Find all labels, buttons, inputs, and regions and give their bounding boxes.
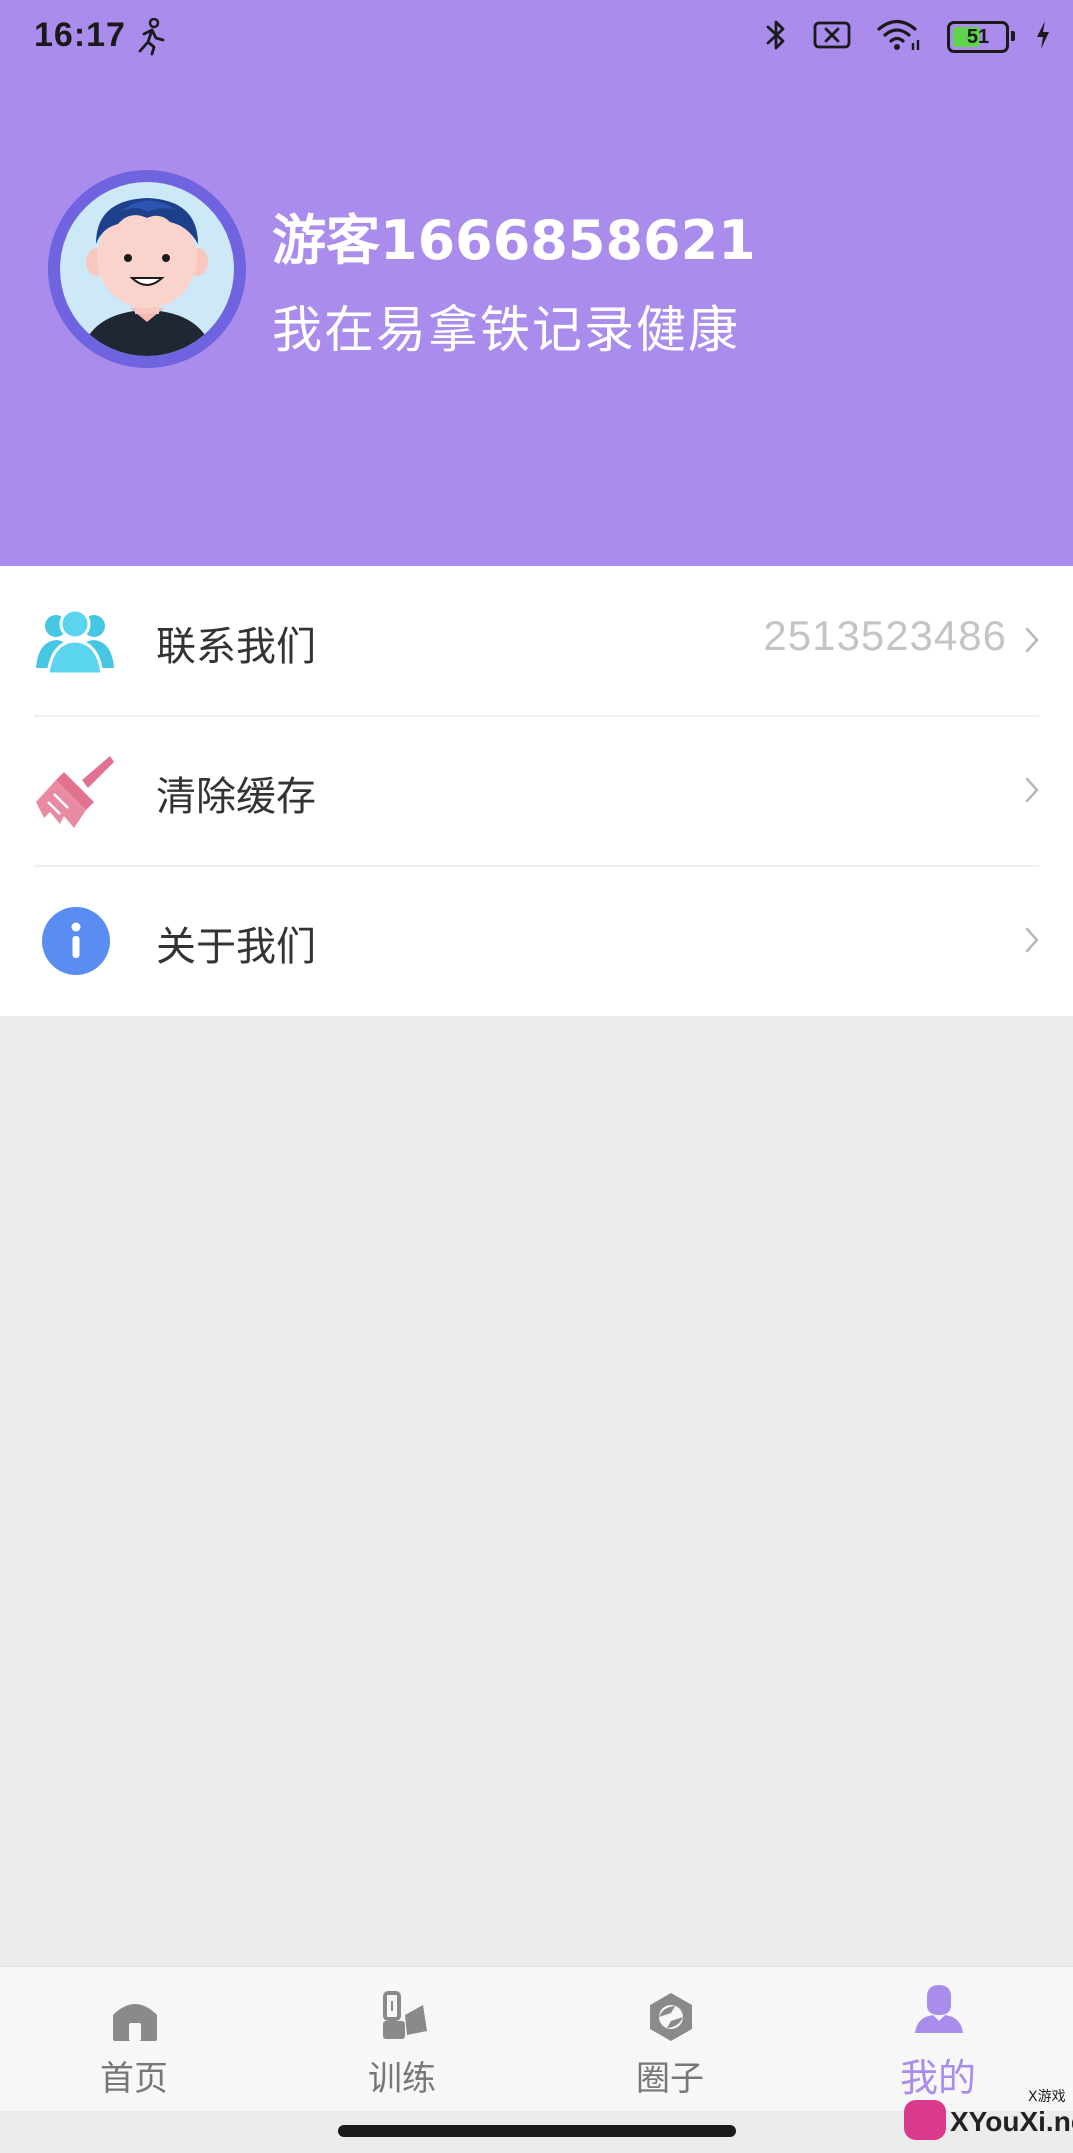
training-icon xyxy=(377,1991,429,2043)
wifi-icon xyxy=(877,19,921,55)
circle-icon xyxy=(645,1991,697,2043)
watermark: X游戏 XYouXi.net xyxy=(900,2080,1073,2153)
nav-item-circle[interactable]: 圈子 xyxy=(536,1967,804,2111)
chevron-right-icon xyxy=(1025,776,1039,808)
menu-item-about-us[interactable]: 关于我们 xyxy=(0,866,1073,1016)
chevron-right-icon xyxy=(1025,626,1039,658)
menu-item-label: 清除缓存 xyxy=(156,774,316,820)
bluetooth-icon xyxy=(765,18,787,56)
profile-header: 16:17 51 游客1666858621 我在易拿铁记录健康 xyxy=(0,0,1073,566)
nav-label: 圈子 xyxy=(636,2059,704,2099)
running-man-icon xyxy=(136,17,166,60)
battery-icon: 51 xyxy=(947,21,1015,53)
menu-item-label: 联系我们 xyxy=(156,624,316,670)
status-time: 16:17 xyxy=(34,16,126,54)
info-icon xyxy=(34,906,116,976)
charging-bolt-icon xyxy=(1035,20,1051,54)
nav-item-home[interactable]: 首页 xyxy=(0,1967,268,2111)
contacts-group-icon xyxy=(34,606,116,676)
chevron-right-icon xyxy=(1025,926,1039,958)
profile-icon xyxy=(913,1983,965,2035)
watermark-text: XYouXi.net xyxy=(950,2106,1073,2137)
nav-label: 训练 xyxy=(368,2059,436,2099)
watermark-sub: X游戏 xyxy=(1028,2089,1066,2105)
contact-number: 2513523486 xyxy=(763,612,1007,659)
battery-level: 51 xyxy=(966,25,990,48)
sim-off-icon xyxy=(813,20,851,54)
home-indicator[interactable] xyxy=(338,2125,736,2137)
nav-item-training[interactable]: 训练 xyxy=(268,1967,536,2111)
avatar[interactable] xyxy=(48,170,246,368)
broom-icon xyxy=(34,756,116,828)
user-motto: 我在易拿铁记录健康 xyxy=(272,301,740,359)
home-icon xyxy=(109,1991,161,2043)
nav-label: 首页 xyxy=(100,2059,168,2099)
status-bar: 16:17 51 xyxy=(0,0,1073,76)
watermark-logo-icon xyxy=(904,2100,946,2140)
menu-item-clear-cache[interactable]: 清除缓存 xyxy=(0,716,1073,866)
username: 游客1666858621 xyxy=(272,209,756,272)
avatar-illustration xyxy=(80,198,214,356)
settings-menu: 联系我们 2513523486 清除缓存 关于我们 xyxy=(0,566,1073,1016)
menu-item-contact-us[interactable]: 联系我们 2513523486 xyxy=(0,566,1073,716)
menu-item-label: 关于我们 xyxy=(156,924,316,970)
